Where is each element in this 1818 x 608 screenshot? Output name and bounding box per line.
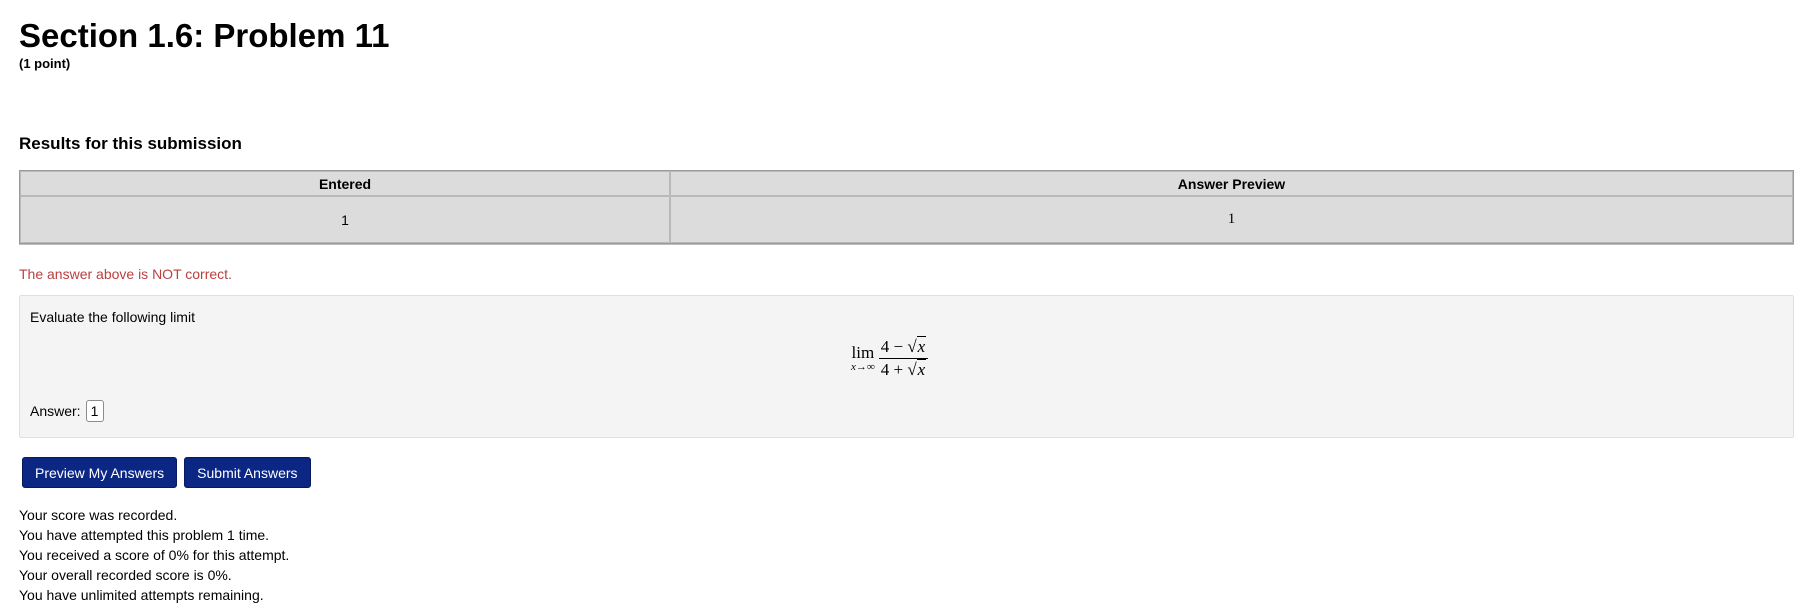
entered-cell: 1 [20,196,670,243]
answer-preview-column-header: Answer Preview [670,171,1793,196]
page-title: Section 1.6: Problem 11 [19,17,390,54]
answer-preview-cell: 1 [670,196,1793,243]
results-heading: Results for this submission [19,134,242,153]
limit-expression: lim x→∞ 4 − √x 4 + √x [851,336,929,379]
radicand: x [916,359,927,379]
fraction-denominator: 4 + √x [879,359,928,379]
table-row: 1 1 [20,196,1793,243]
submit-answers-button[interactable]: Submit Answers [184,457,311,488]
lim-text: lim [851,343,875,362]
status-line: Your overall recorded score is 0%. [19,567,232,583]
status-line: Your score was recorded. [19,507,178,523]
status-line: You have attempted this problem 1 time. [19,527,270,543]
status-line: You have unlimited attempts remaining. [19,587,264,603]
lim-subscript: x→∞ [851,361,875,373]
preview-answers-button[interactable]: Preview My Answers [22,457,178,488]
problem-prompt: Evaluate the following limit [30,309,195,325]
status-line: You received a score of 0% for this atte… [19,547,290,563]
answer-row: Answer: [30,400,104,422]
answer-input[interactable] [85,400,104,422]
problem-body: Evaluate the following limit lim x→∞ 4 −… [19,295,1794,438]
denominator-prefix: 4 + [880,360,908,379]
fraction-numerator: 4 − √x [879,336,928,358]
entered-column-header: Entered [20,171,670,196]
point-value: (1 point) [19,56,71,71]
sqrt-symbol: √x [907,336,927,356]
answer-label: Answer: [30,403,81,419]
action-buttons: Preview My Answers Submit Answers [22,457,311,488]
results-table: Entered Answer Preview 1 1 [19,170,1794,244]
results-header-row: Entered Answer Preview [20,171,1793,196]
limit-operator: lim x→∞ [851,344,875,373]
fraction: 4 − √x 4 + √x [878,336,929,379]
numerator-prefix: 4 − [880,337,908,356]
incorrect-feedback: The answer above is NOT correct. [19,266,232,282]
score-status: Your score was recorded. You have attemp… [19,505,289,605]
sqrt-symbol: √x [907,359,927,379]
radicand: x [916,336,927,356]
